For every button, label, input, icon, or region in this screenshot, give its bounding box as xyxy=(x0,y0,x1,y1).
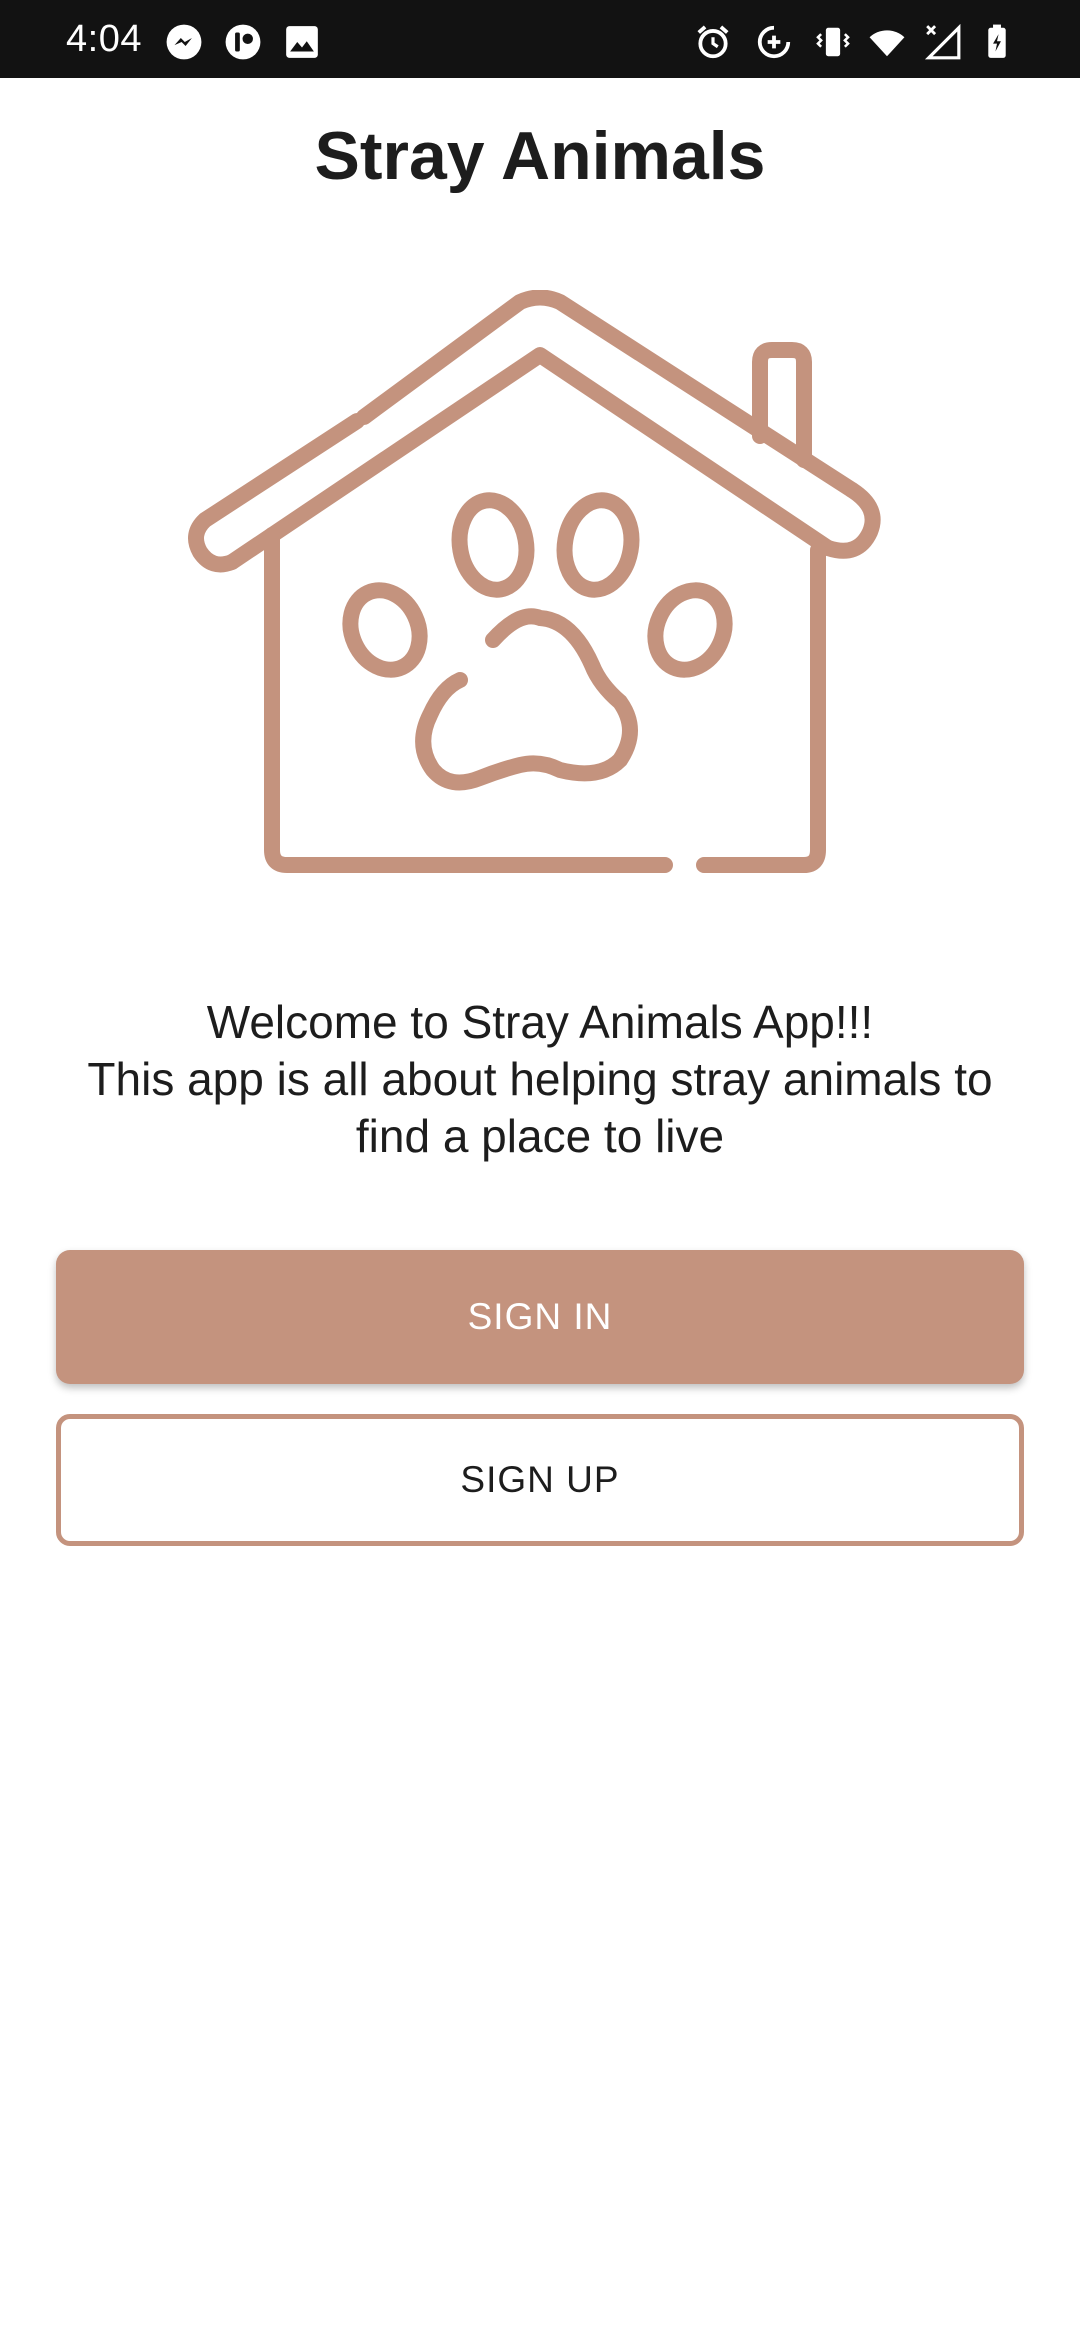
sign-up-label: SIGN UP xyxy=(460,1459,620,1500)
battery-charging-icon xyxy=(988,24,1006,58)
welcome-line-3: find a place to live xyxy=(355,1110,725,1162)
house-paw-icon xyxy=(188,290,881,873)
welcome-text: Welcome to Stray Animals App!!! This app… xyxy=(40,994,1040,1165)
sign-in-button[interactable]: SIGN IN xyxy=(56,1250,1024,1384)
welcome-line-1: Welcome to Stray Animals App!!! xyxy=(206,996,874,1048)
sign-in-label: SIGN IN xyxy=(467,1296,613,1337)
page-title: Stray Animals xyxy=(314,118,766,194)
image-icon xyxy=(286,26,318,58)
wifi-icon xyxy=(869,30,905,57)
vibrate-icon xyxy=(816,27,850,57)
messenger-icon xyxy=(166,24,202,60)
sign-up-button[interactable]: SIGN UP xyxy=(56,1414,1024,1546)
app-notification-icon xyxy=(225,24,261,60)
alarm-icon xyxy=(697,25,729,59)
status-bar: 4:04 xyxy=(0,0,1080,78)
data-saver-icon xyxy=(757,25,791,59)
signal-icon xyxy=(924,23,961,60)
status-time: 4:04 xyxy=(66,18,142,60)
welcome-line-2: This app is all about helping stray anim… xyxy=(87,1053,993,1105)
